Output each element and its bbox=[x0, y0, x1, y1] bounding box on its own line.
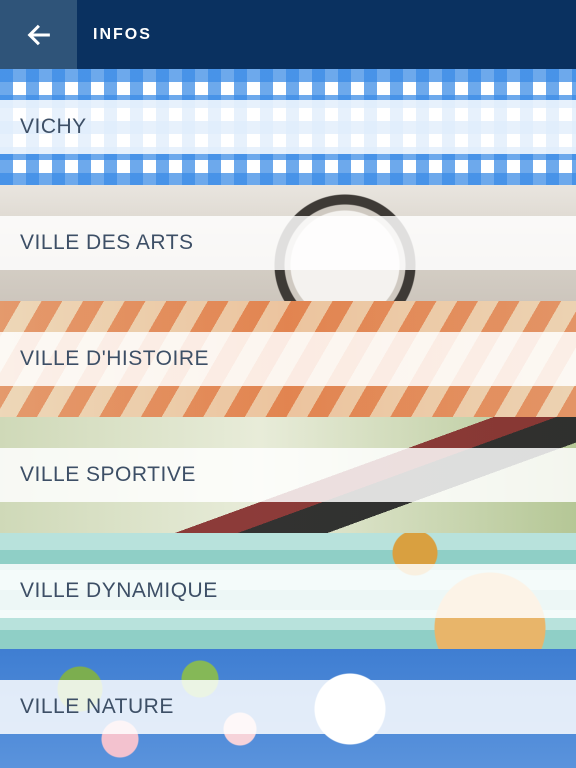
menu-item-ville-sportive[interactable]: VILLE SPORTIVE bbox=[0, 417, 576, 534]
menu-item-label: VILLE SPORTIVE bbox=[20, 463, 196, 486]
menu-item-label: VILLE DES ARTS bbox=[20, 231, 194, 254]
menu-item-label: VICHY bbox=[20, 115, 87, 138]
arrow-left-icon bbox=[27, 24, 50, 45]
menu-item-label: VILLE NATURE bbox=[20, 695, 174, 718]
menu-item-vichy[interactable]: VICHY bbox=[0, 69, 576, 186]
menu-item-label: VILLE D'HISTOIRE bbox=[20, 347, 210, 370]
menu-item-ville-nature[interactable]: VILLE NATURE bbox=[0, 649, 576, 768]
menu-item-ville-dynamique[interactable]: VILLE DYNAMIQUE bbox=[0, 533, 576, 650]
app-header: INFOS bbox=[0, 0, 576, 69]
menu-item-ville-des-arts[interactable]: VILLE DES ARTS bbox=[0, 185, 576, 302]
page-title: INFOS bbox=[93, 26, 152, 43]
menu-item-label: VILLE DYNAMIQUE bbox=[20, 579, 218, 602]
menu-item-ville-d-histoire[interactable]: VILLE D'HISTOIRE bbox=[0, 301, 576, 418]
back-button[interactable] bbox=[0, 0, 77, 69]
info-menu-list: VICHY VILLE DES ARTS VILLE D'HISTOIRE VI… bbox=[0, 69, 576, 768]
